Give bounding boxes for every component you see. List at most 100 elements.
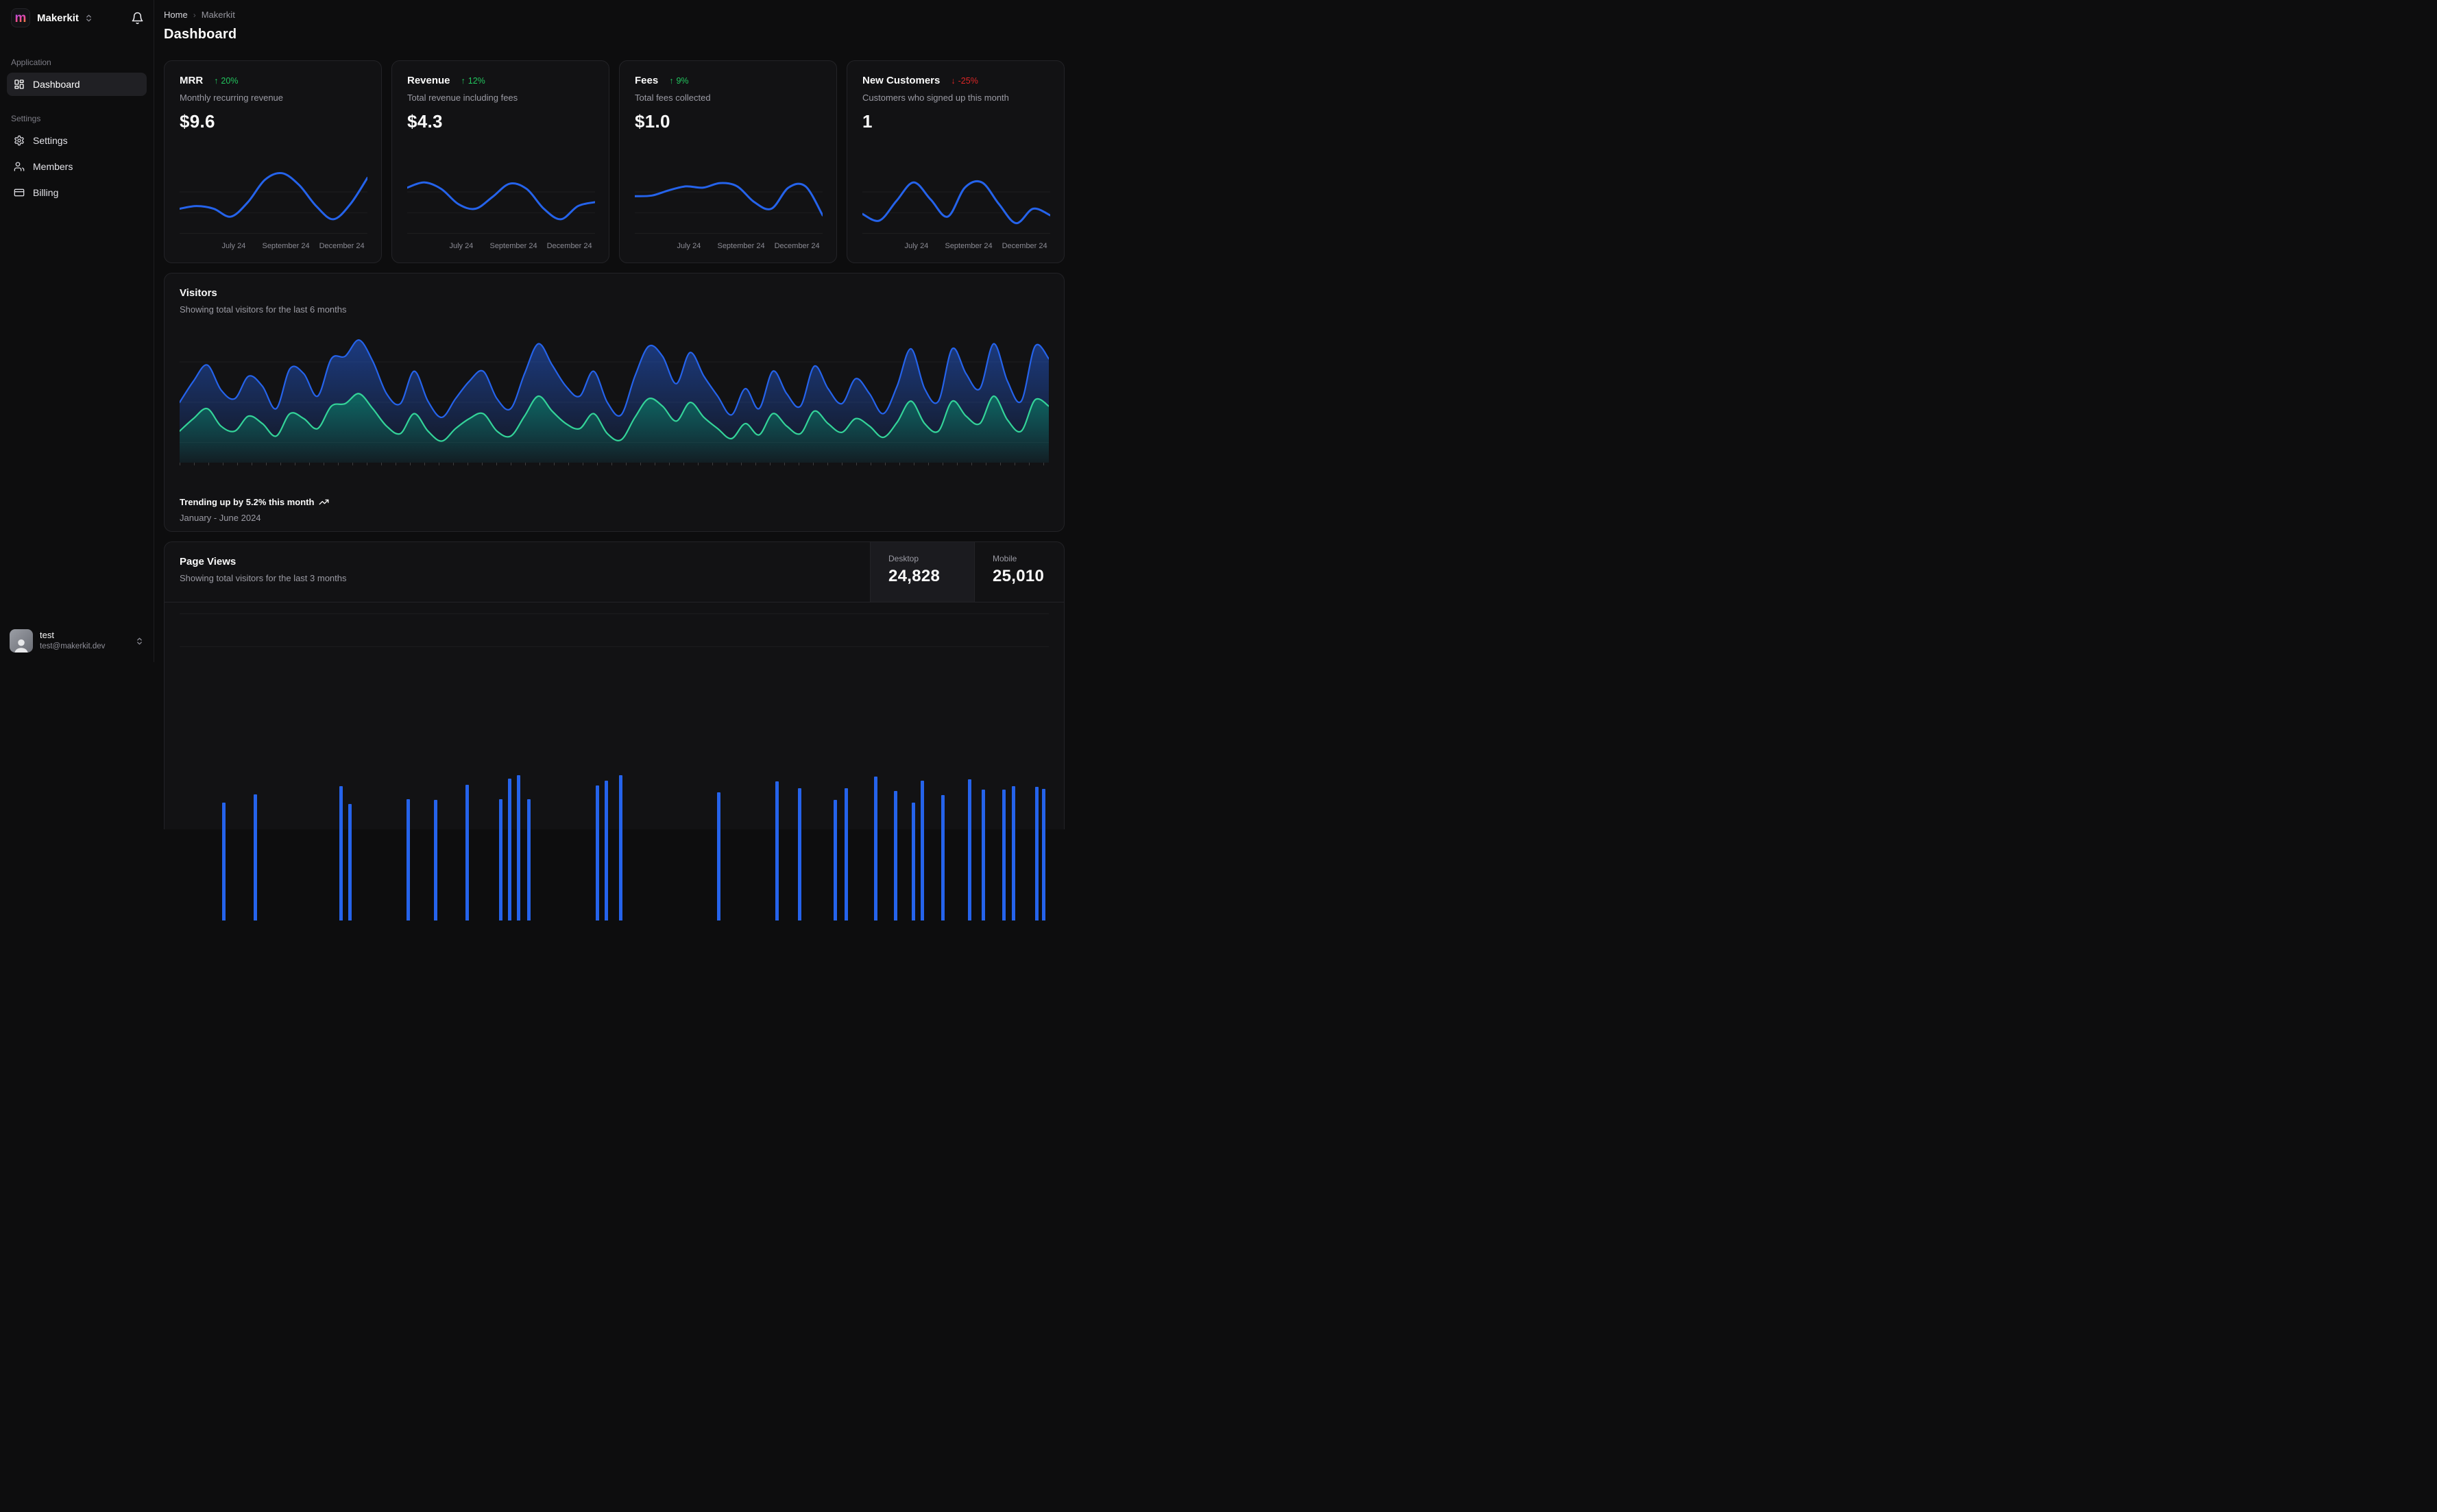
- user-avatar: [10, 629, 33, 653]
- x-tick: September 24: [489, 242, 537, 250]
- stat-card-fees: Fees ↑ 9% Total fees collected $1.0 July …: [619, 60, 837, 263]
- bar: [921, 781, 924, 920]
- bar: [1012, 786, 1015, 920]
- sparkline-x-labels: July 24 September 24 December 24: [407, 242, 594, 252]
- user-email: test@makerkit.dev: [40, 642, 106, 650]
- stat-card-mrr: MRR ↑ 20% Monthly recurring revenue $9.6 …: [164, 60, 382, 263]
- toggle-desktop[interactable]: Desktop 24,828: [870, 542, 974, 602]
- user-menu[interactable]: test test@makerkit.dev: [0, 621, 154, 662]
- x-tick: December 24: [1002, 242, 1047, 250]
- toggle-label: Desktop: [888, 554, 919, 563]
- stat-value: $9.6: [180, 111, 215, 132]
- bar: [798, 788, 801, 920]
- x-axis-ticks: [180, 463, 1049, 465]
- visitors-trend-text: Trending up by 5.2% this month: [180, 497, 315, 507]
- page-views-header: Page Views Showing total visitors for th…: [165, 542, 1064, 602]
- sparkline-x-labels: July 24 September 24 December 24: [180, 242, 366, 252]
- bar: [717, 792, 720, 920]
- x-tick: December 24: [546, 242, 592, 250]
- bar: [1035, 787, 1039, 920]
- trend-percent: 12%: [468, 75, 485, 86]
- bar: [508, 779, 511, 920]
- toggle-value: 25,010: [993, 567, 1045, 585]
- breadcrumb-current: Makerkit: [201, 10, 235, 20]
- sidebar-item-label: Billing: [33, 187, 59, 198]
- gear-icon: [14, 135, 25, 146]
- stat-title: Revenue: [407, 75, 450, 86]
- x-tick: July 24: [221, 242, 246, 250]
- trend-percent: -25%: [958, 75, 978, 86]
- app-root: m Makerkit Application Dashboard Setting…: [0, 0, 1067, 920]
- chevrons-up-down-icon: [135, 637, 144, 646]
- visitors-date-range: January - June 2024: [180, 513, 261, 523]
- bar: [619, 775, 622, 920]
- arrow-up-icon: ↑: [461, 75, 465, 86]
- sparkline-chart: [406, 181, 596, 234]
- stat-card-revenue: Revenue ↑ 12% Total revenue including fee…: [391, 60, 609, 263]
- stat-title: New Customers: [862, 75, 941, 86]
- stat-subtitle: Total fees collected: [635, 93, 711, 103]
- trending-up-icon: [319, 497, 329, 507]
- stat-subtitle: Total revenue including fees: [407, 93, 518, 103]
- sidebar-nav-settings: Settings Members Billing: [0, 129, 154, 204]
- breadcrumb: Home › Makerkit: [164, 10, 1065, 20]
- bar: [339, 786, 343, 920]
- sparkline-chart: [178, 171, 369, 234]
- bar: [941, 795, 945, 920]
- stat-subtitle: Customers who signed up this month: [862, 93, 1009, 103]
- page-views-title: Page Views: [180, 556, 237, 568]
- sidebar-item-members[interactable]: Members: [7, 155, 147, 178]
- x-tick: December 24: [774, 242, 820, 250]
- bar: [1002, 790, 1006, 920]
- visitors-footer: Trending up by 5.2% this month January -…: [180, 497, 329, 523]
- stat-card-new-customers: New Customers ↓ -25% Customers who signed…: [847, 60, 1065, 263]
- bar: [982, 790, 985, 920]
- bar: [834, 800, 837, 920]
- sidebar-section-settings: Settings: [11, 114, 41, 123]
- trend-badge: ↑ 9%: [669, 76, 688, 86]
- credit-card-icon: [14, 187, 25, 198]
- sidebar-item-billing[interactable]: Billing: [7, 181, 147, 204]
- bar: [527, 799, 531, 920]
- stat-value: 1: [862, 111, 873, 132]
- toggle-mobile[interactable]: Mobile 25,010: [974, 542, 1064, 602]
- stat-subtitle: Monthly recurring revenue: [180, 93, 284, 103]
- toggle-value: 24,828: [888, 567, 941, 585]
- bell-icon: [132, 12, 143, 24]
- bar: [775, 781, 779, 920]
- user-name: test: [40, 630, 54, 641]
- toggle-label: Mobile: [993, 554, 1017, 563]
- sidebar-item-dashboard[interactable]: Dashboard: [7, 73, 147, 96]
- visitors-area-chart: [178, 328, 1050, 463]
- bar: [968, 779, 971, 920]
- sidebar-item-label: Members: [33, 161, 73, 172]
- bar: [596, 785, 599, 920]
- breadcrumb-home-link[interactable]: Home: [164, 10, 188, 20]
- bar: [222, 803, 226, 920]
- bar: [912, 803, 915, 920]
- x-tick: December 24: [319, 242, 365, 250]
- x-tick: July 24: [677, 242, 701, 250]
- user-info: test test@makerkit.dev: [40, 630, 105, 651]
- dashboard-icon: [14, 79, 25, 90]
- page-views-subtitle: Showing total visitors for the last 3 mo…: [180, 573, 347, 583]
- team-name: Makerkit: [37, 12, 79, 24]
- bar: [499, 799, 502, 920]
- sidebar-item-settings[interactable]: Settings: [7, 129, 147, 152]
- page-views-bar-chart: [180, 602, 1049, 920]
- bar: [1042, 789, 1045, 920]
- bar: [434, 800, 437, 920]
- bar: [517, 775, 520, 920]
- sidebar-header: m Makerkit: [0, 0, 154, 34]
- stat-title: Fees: [635, 75, 659, 86]
- notifications-button[interactable]: [131, 12, 144, 25]
- page-views-card: Page Views Showing total visitors for th…: [164, 541, 1065, 920]
- trend-badge: ↓ -25%: [951, 76, 978, 86]
- sparkline-x-labels: July 24 September 24 December 24: [635, 242, 821, 252]
- x-tick: July 24: [449, 242, 474, 250]
- app-logo: m: [11, 8, 30, 27]
- bar: [348, 804, 352, 920]
- team-selector[interactable]: Makerkit: [37, 12, 93, 24]
- bar: [874, 777, 877, 920]
- trend-percent: 20%: [221, 75, 239, 86]
